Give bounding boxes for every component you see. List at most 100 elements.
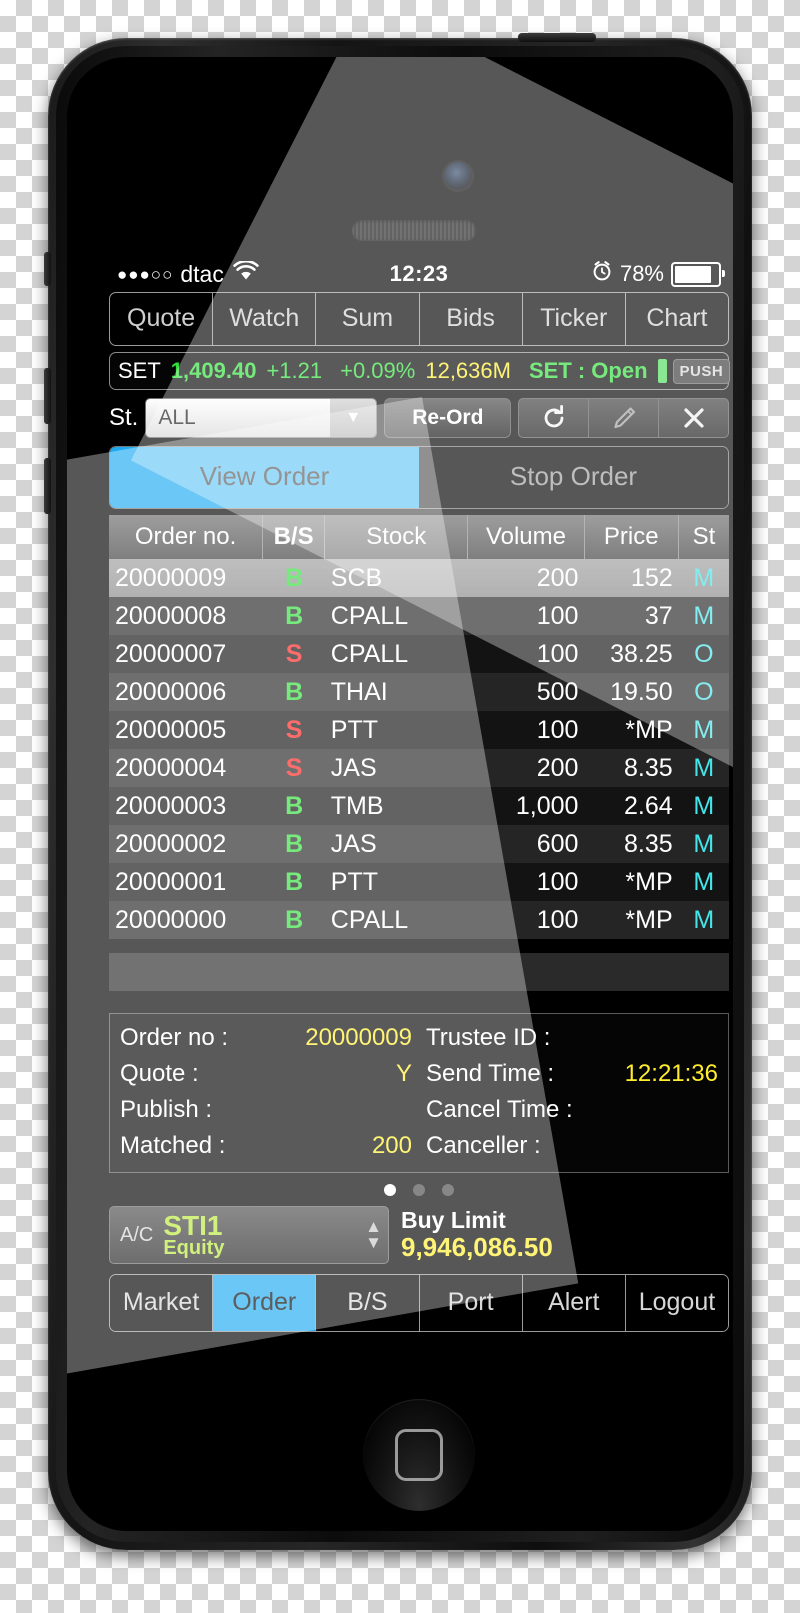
status-filter-dropdown[interactable]: ALL ▼ xyxy=(145,398,378,438)
alarm-clock-icon xyxy=(591,260,613,288)
cell-bs-flag: B xyxy=(285,905,304,934)
tab-view-order[interactable]: View Order xyxy=(110,447,419,508)
cell-status: O xyxy=(694,639,714,668)
tab-watch[interactable]: Watch xyxy=(213,293,317,345)
cell-stock: CPALL xyxy=(330,905,409,934)
nav-order[interactable]: Order xyxy=(213,1275,317,1331)
phone-device: ●●●○○ dtac 12:23 78% Quote Watch Sum Bid… xyxy=(44,33,752,1550)
cell-order-no: 20000008 xyxy=(115,601,227,630)
nav-bs[interactable]: B/S xyxy=(316,1275,420,1331)
market-index-bar[interactable]: SET 1,409.40 +1.21 +0.09% 12,636M SET : … xyxy=(109,352,731,390)
nav-market[interactable]: Market xyxy=(110,1275,214,1331)
phone-bezel: ●●●○○ dtac 12:23 78% Quote Watch Sum Bid… xyxy=(56,46,744,1542)
detail-label-quote: Quote : xyxy=(120,1060,199,1087)
cell-bs-flag: B xyxy=(285,563,304,592)
cell-order-no: 20000004 xyxy=(115,753,227,782)
cell-status: M xyxy=(693,601,715,630)
detail-value-cancel-time xyxy=(601,1096,718,1124)
cell-volume: 100 xyxy=(536,639,579,668)
cell-status: M xyxy=(693,753,715,782)
cell-volume: 600 xyxy=(536,829,579,858)
page-dot[interactable] xyxy=(384,1184,396,1196)
filter-row: St. ALL ▼ Re-Ord xyxy=(109,398,729,438)
index-name-label: SET xyxy=(118,358,161,383)
power-button[interactable] xyxy=(518,33,596,42)
stepper-up-icon[interactable]: ▲ xyxy=(365,1219,382,1236)
cell-stock: JAS xyxy=(330,829,377,858)
index-change: +1.21 xyxy=(266,358,323,383)
cell-price: 152 xyxy=(630,563,673,592)
page-dot[interactable] xyxy=(442,1184,454,1196)
order-table: Order no. B/S Stock Volume Price St 2000… xyxy=(109,515,729,939)
refresh-icon[interactable] xyxy=(519,399,588,437)
cell-price: *MP xyxy=(625,867,673,896)
account-row: A/C STI1 Equity ▲ ▼ Buy Limit 9,946,086.… xyxy=(109,1206,729,1264)
buy-limit-label: Buy Limit xyxy=(401,1206,506,1233)
cell-bs-flag: S xyxy=(285,753,303,782)
detail-value-matched: 200 xyxy=(371,1132,412,1159)
column-header-status: St xyxy=(692,523,716,550)
cell-price: 8.35 xyxy=(623,829,673,858)
table-row[interactable]: 20000003 B TMB 1,000 2.64 M xyxy=(109,787,729,825)
push-badge[interactable]: PUSH xyxy=(672,358,731,384)
cell-stock: CPALL xyxy=(330,639,409,668)
cell-status: M xyxy=(693,829,715,858)
cell-order-no: 20000005 xyxy=(115,715,227,744)
tab-sum[interactable]: Sum xyxy=(316,293,420,345)
battery-percent-label: 78% xyxy=(619,261,664,286)
cell-price: 37 xyxy=(644,601,673,630)
detail-value-canceller xyxy=(601,1132,718,1160)
market-status-label: SET : Open xyxy=(528,358,648,383)
cell-price: *MP xyxy=(625,905,673,934)
cell-volume: 100 xyxy=(536,601,579,630)
table-row[interactable]: 20000001 B PTT 100 *MP M xyxy=(109,863,729,901)
buy-limit-block: Buy Limit 9,946,086.50 xyxy=(401,1207,553,1263)
volume-down-button[interactable] xyxy=(44,458,51,514)
buy-limit-value: 9,946,086.50 xyxy=(401,1232,553,1263)
account-selector[interactable]: A/C STI1 Equity ▲ ▼ xyxy=(109,1206,389,1264)
app-screen: ●●●○○ dtac 12:23 78% Quote Watch Sum Bid… xyxy=(105,257,733,1367)
table-row[interactable]: 20000005 S PTT 100 *MP M xyxy=(109,711,729,749)
cell-volume: 500 xyxy=(536,677,579,706)
volume-up-button[interactable] xyxy=(44,368,51,424)
page-indicator-dots[interactable] xyxy=(105,1184,733,1196)
re-order-button[interactable]: Re-Ord xyxy=(384,398,512,438)
detail-value-quote: Y xyxy=(395,1060,412,1087)
tab-quote[interactable]: Quote xyxy=(110,293,214,345)
stepper-down-icon[interactable]: ▼ xyxy=(365,1234,382,1251)
table-row[interactable]: 20000006 B THAI 500 19.50 O xyxy=(109,673,729,711)
status-bar: ●●●○○ dtac 12:23 78% xyxy=(105,257,733,291)
cell-stock: JAS xyxy=(330,753,377,782)
tab-bids[interactable]: Bids xyxy=(420,293,523,345)
tab-chart[interactable]: Chart xyxy=(626,293,728,345)
table-row[interactable]: 20000000 B CPALL 100 *MP M xyxy=(109,901,729,939)
nav-port[interactable]: Port xyxy=(419,1275,523,1331)
account-stepper[interactable]: ▲ ▼ xyxy=(365,1219,382,1251)
detail-label-send-time: Send Time : xyxy=(426,1060,555,1087)
push-indicator-bar xyxy=(657,359,667,383)
tab-ticker[interactable]: Ticker xyxy=(523,293,626,345)
cell-stock: SCB xyxy=(330,563,383,592)
column-header-order-no: Order no. xyxy=(109,515,264,559)
pencil-icon[interactable] xyxy=(588,399,658,437)
detail-row-publish: Publish : Cancel Time : xyxy=(120,1092,718,1128)
close-x-icon[interactable] xyxy=(658,399,728,437)
table-row[interactable]: 20000004 S JAS 200 8.35 M xyxy=(109,749,729,787)
tab-stop-order[interactable]: Stop Order xyxy=(419,447,728,508)
table-empty-row xyxy=(109,953,729,991)
table-row[interactable]: 20000002 B JAS 600 8.35 M xyxy=(109,825,729,863)
page-dot[interactable] xyxy=(413,1184,425,1196)
cell-order-no: 20000003 xyxy=(115,791,227,820)
nav-logout[interactable]: Logout xyxy=(625,1275,728,1331)
cell-stock: CPALL xyxy=(330,601,409,630)
table-row[interactable]: 20000007 S CPALL 100 38.25 O xyxy=(109,635,729,673)
silent-switch[interactable] xyxy=(44,252,51,286)
cell-order-no: 20000007 xyxy=(115,639,227,668)
home-button-icon[interactable] xyxy=(363,1399,475,1511)
table-row[interactable]: 20000008 B CPALL 100 37 M xyxy=(109,597,729,635)
detail-label-canceller: Canceller : xyxy=(426,1132,541,1159)
cell-order-no: 20000001 xyxy=(115,867,227,896)
nav-alert[interactable]: Alert xyxy=(522,1275,626,1331)
table-row[interactable]: 20000009 B SCB 200 152 M xyxy=(109,559,729,597)
top-tab-bar: Quote Watch Sum Bids Ticker Chart xyxy=(109,292,729,346)
